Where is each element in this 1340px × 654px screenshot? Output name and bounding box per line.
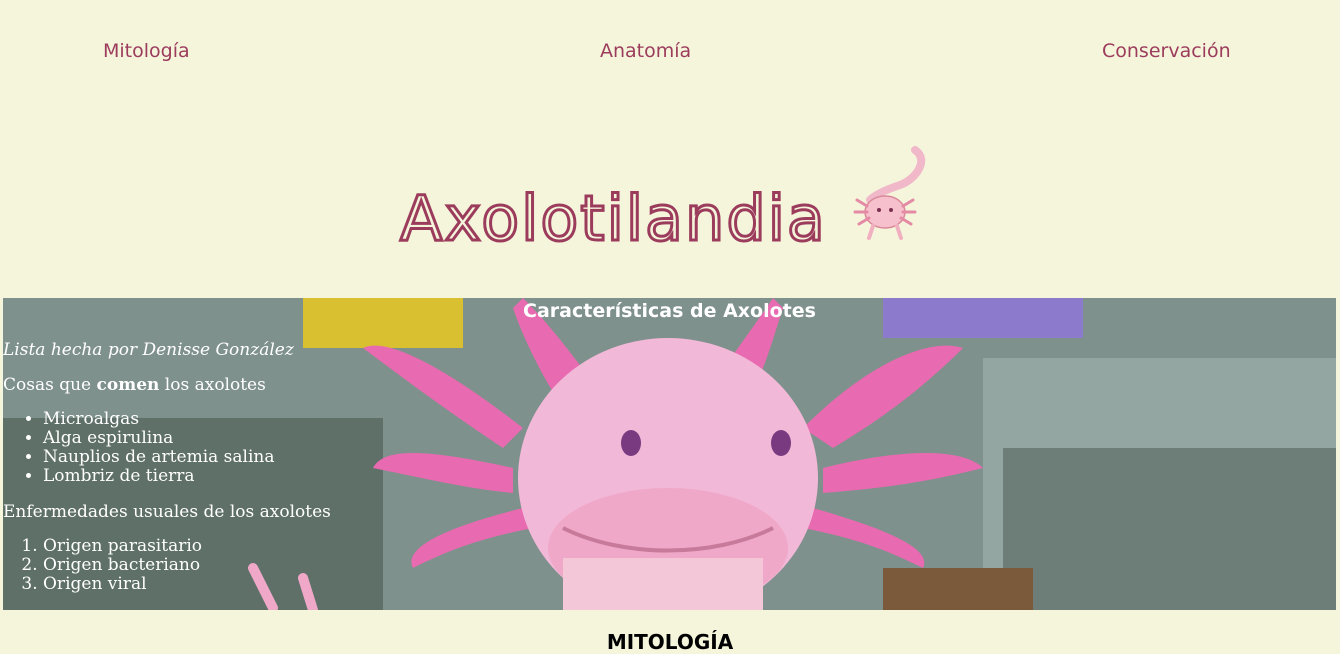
food-intro: Cosas que comen los axolotes <box>3 375 266 395</box>
section-title-mitologia: MITOLOGÍA <box>606 630 734 654</box>
list-item: Origen parasitario <box>43 537 202 556</box>
characteristics-hero: Características de Axolotes Lista hecha … <box>3 298 1336 610</box>
nav-link-mitologia[interactable]: Mitología <box>103 40 190 62</box>
food-intro-text-end: los axolotes <box>159 375 266 395</box>
list-item: Lombriz de tierra <box>43 467 275 486</box>
list-item: Nauplios de artemia salina <box>43 448 275 467</box>
list-item: Alga espirulina <box>43 429 275 448</box>
list-item: Origen viral <box>43 575 202 594</box>
diseases-intro: Enfermedades usuales de los axolotes <box>3 502 331 522</box>
food-intro-bold: comen <box>96 375 160 395</box>
nav-link-conservacion[interactable]: Conservación <box>1102 40 1231 62</box>
food-list: Microalgas Alga espirulina Nauplios de a… <box>3 410 275 486</box>
list-item: Microalgas <box>43 410 275 429</box>
site-logo: Axolotilandia <box>395 140 935 257</box>
hero-title: Características de Axolotes <box>523 300 816 322</box>
nav-link-anatomia[interactable]: Anatomía <box>600 40 691 62</box>
diseases-list: Origen parasitario Origen bacteriano Ori… <box>3 537 202 594</box>
list-item: Origen bacteriano <box>43 556 202 575</box>
top-nav: Mitología Anatomía Conservación <box>0 40 1340 70</box>
food-intro-text-start: Cosas que <box>3 375 97 395</box>
axolotl-logo-icon <box>853 146 926 240</box>
list-author: Lista hecha por Denisse González <box>3 340 294 360</box>
logo-wordmark: Axolotilandia <box>400 182 827 250</box>
